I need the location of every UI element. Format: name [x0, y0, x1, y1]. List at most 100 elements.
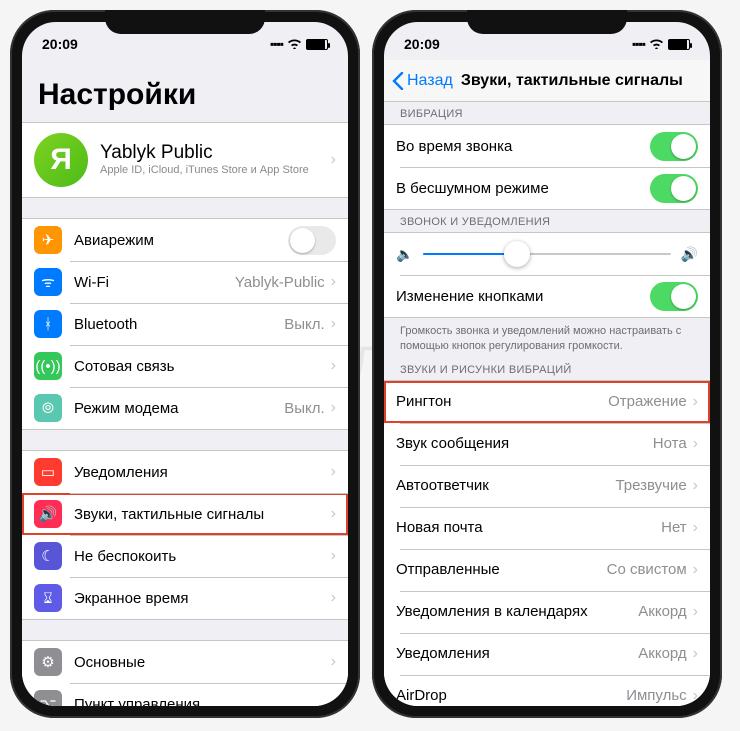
- chevron-right-icon: ›: [693, 603, 698, 621]
- chevron-right-icon: ›: [331, 505, 336, 523]
- row-новая-почта[interactable]: Новая почтаНет›: [384, 507, 710, 549]
- notch: [105, 10, 265, 34]
- status-time: 20:09: [42, 36, 78, 52]
- settings-row-экранное-время[interactable]: ⌛︎ Экранное время›: [22, 577, 348, 619]
- avatar: Я: [34, 133, 88, 187]
- chevron-right-icon: ›: [693, 519, 698, 537]
- settings-row-режим-модема[interactable]: ⦾Режим модемаВыкл.›: [22, 387, 348, 429]
- row-label: Не беспокоить: [74, 548, 331, 565]
- settings-row-звуки-тактильные-сигналы[interactable]: 🔊 Звуки, тактильные сигналы›: [22, 493, 348, 535]
- page-title: Настройки: [22, 60, 348, 122]
- wifi-icon: ᯤ: [34, 268, 62, 296]
- row-value: Со свистом: [607, 561, 687, 578]
- row-label: Уведомления в календарях: [396, 603, 638, 620]
- status-icons: ▪▪▪▪: [270, 36, 328, 52]
- chevron-right-icon: ›: [693, 561, 698, 579]
- settings-row-не-беспокоить[interactable]: ☾ Не беспокоить›: [22, 535, 348, 577]
- volume-low-icon: 🔈: [396, 246, 413, 263]
- settings-list[interactable]: Я Yablyk Public Apple ID, iCloud, iTunes…: [22, 122, 348, 706]
- wifi-icon: [287, 36, 302, 52]
- row-уведомления[interactable]: УведомленияАккорд ›: [384, 633, 710, 675]
- profile-name: Yablyk Public: [100, 142, 331, 164]
- settings-row-авиарежим[interactable]: ✈︎Авиарежим: [22, 219, 348, 261]
- chevron-right-icon: ›: [331, 273, 336, 291]
- row-value: Yablyk-Public: [235, 274, 325, 291]
- control-center-icon: ⌥: [34, 690, 62, 706]
- row-label: AirDrop: [396, 687, 626, 704]
- settings-row-уведомления[interactable]: ▭Уведомления›: [22, 451, 348, 493]
- chevron-right-icon: ›: [331, 315, 336, 333]
- section-ringer: ЗВОНОК И УВЕДОМЛЕНИЯ: [384, 210, 710, 232]
- row-value: Нет: [661, 519, 687, 536]
- sounds-list[interactable]: ВИБРАЦИЯ Во время звонка В бесшумном режи…: [384, 102, 710, 706]
- section-vibration: ВИБРАЦИЯ: [384, 102, 710, 124]
- volume-slider[interactable]: [423, 253, 670, 255]
- chevron-right-icon: ›: [331, 547, 336, 565]
- profile-detail: Apple ID, iCloud, iTunes Store и App Sto…: [100, 164, 331, 177]
- chevron-right-icon: ›: [693, 645, 698, 663]
- row-в-бесшумном-режиме[interactable]: В бесшумном режиме: [384, 167, 710, 209]
- chevron-right-icon: ›: [331, 653, 336, 671]
- bluetooth-icon: ᚼ: [34, 310, 62, 338]
- row-value: Отражение: [608, 393, 687, 410]
- row-label: Пункт управления: [74, 696, 331, 707]
- row-label: В бесшумном режиме: [396, 180, 650, 197]
- chevron-right-icon: ›: [331, 695, 336, 706]
- row-во-время-звонка[interactable]: Во время звонка: [384, 125, 710, 167]
- row-уведомления-в-календарях[interactable]: Уведомления в календаряхАккорд ›: [384, 591, 710, 633]
- row-label: Автоответчик: [396, 477, 615, 494]
- row-звук-сообщения[interactable]: Звук сообщенияНота ›: [384, 423, 710, 465]
- row-value: Выкл.: [284, 400, 324, 417]
- chevron-right-icon: ›: [331, 151, 336, 169]
- row-label: Основные: [74, 654, 331, 671]
- back-label: Назад: [407, 72, 453, 90]
- change-with-buttons-label: Изменение кнопками: [396, 288, 650, 305]
- settings-row-wi-fi[interactable]: ᯤ Wi-FiYablyk-Public ›: [22, 261, 348, 303]
- toggle[interactable]: [650, 132, 698, 161]
- row-label: Экранное время: [74, 590, 331, 607]
- nav-title: Звуки, тактильные сигналы: [461, 72, 683, 90]
- row-label: Звуки, тактильные сигналы: [74, 506, 331, 523]
- row-label: Уведомления: [396, 645, 638, 662]
- chevron-right-icon: ›: [331, 589, 336, 607]
- row-отправленные[interactable]: ОтправленныеСо свистом ›: [384, 549, 710, 591]
- toggle[interactable]: [650, 174, 698, 203]
- apple-id-row[interactable]: Я Yablyk Public Apple ID, iCloud, iTunes…: [22, 123, 348, 197]
- back-button[interactable]: Назад: [392, 72, 453, 90]
- row-value: Аккорд: [638, 603, 686, 620]
- row-рингтон[interactable]: РингтонОтражение›: [384, 381, 710, 423]
- phone-right: 20:09 ▪▪▪▪ Назад Звуки, тактильные сигна…: [372, 10, 722, 718]
- row-value: Аккорд: [638, 645, 686, 662]
- row-автоответчик[interactable]: АвтоответчикТрезвучие›: [384, 465, 710, 507]
- phone-left: 20:09 ▪▪▪▪ Настройки Я Yablyk Public App…: [10, 10, 360, 718]
- chevron-right-icon: ›: [331, 463, 336, 481]
- notifications-icon: ▭: [34, 458, 62, 486]
- section-sounds: ЗВУКИ И РИСУНКИ ВИБРАЦИЙ: [384, 358, 710, 380]
- status-icons: ▪▪▪▪: [632, 36, 690, 52]
- volume-high-icon: 🔊: [681, 246, 698, 263]
- row-label: Отправленные: [396, 561, 607, 578]
- row-value: Нота: [653, 435, 687, 452]
- row-label: Wi-Fi: [74, 274, 235, 291]
- dnd-icon: ☾: [34, 542, 62, 570]
- wifi-icon: [649, 36, 664, 52]
- battery-icon: [668, 39, 690, 50]
- change-with-buttons-row[interactable]: Изменение кнопками: [384, 275, 710, 317]
- row-label: Режим модема: [74, 400, 284, 417]
- sounds-icon: 🔊: [34, 500, 62, 528]
- settings-row-bluetooth[interactable]: ᚼBluetoothВыкл.›: [22, 303, 348, 345]
- settings-row-сотовая-связь[interactable]: ((•))Сотовая связь›: [22, 345, 348, 387]
- screentime-icon: ⌛︎: [34, 584, 62, 612]
- hotspot-icon: ⦾: [34, 394, 62, 422]
- change-with-buttons-toggle[interactable]: [650, 282, 698, 311]
- chevron-right-icon: ›: [693, 435, 698, 453]
- row-airdrop[interactable]: AirDropИмпульс›: [384, 675, 710, 706]
- general-icon: ⚙︎: [34, 648, 62, 676]
- settings-row-пункт-управления[interactable]: ⌥ Пункт управления›: [22, 683, 348, 706]
- row-value: Трезвучие: [615, 477, 686, 494]
- chevron-right-icon: ›: [693, 393, 698, 411]
- volume-slider-row[interactable]: 🔈 🔊: [384, 233, 710, 275]
- settings-row-основные[interactable]: ⚙︎ Основные›: [22, 641, 348, 683]
- row-label: Звук сообщения: [396, 435, 653, 452]
- toggle[interactable]: [288, 226, 336, 255]
